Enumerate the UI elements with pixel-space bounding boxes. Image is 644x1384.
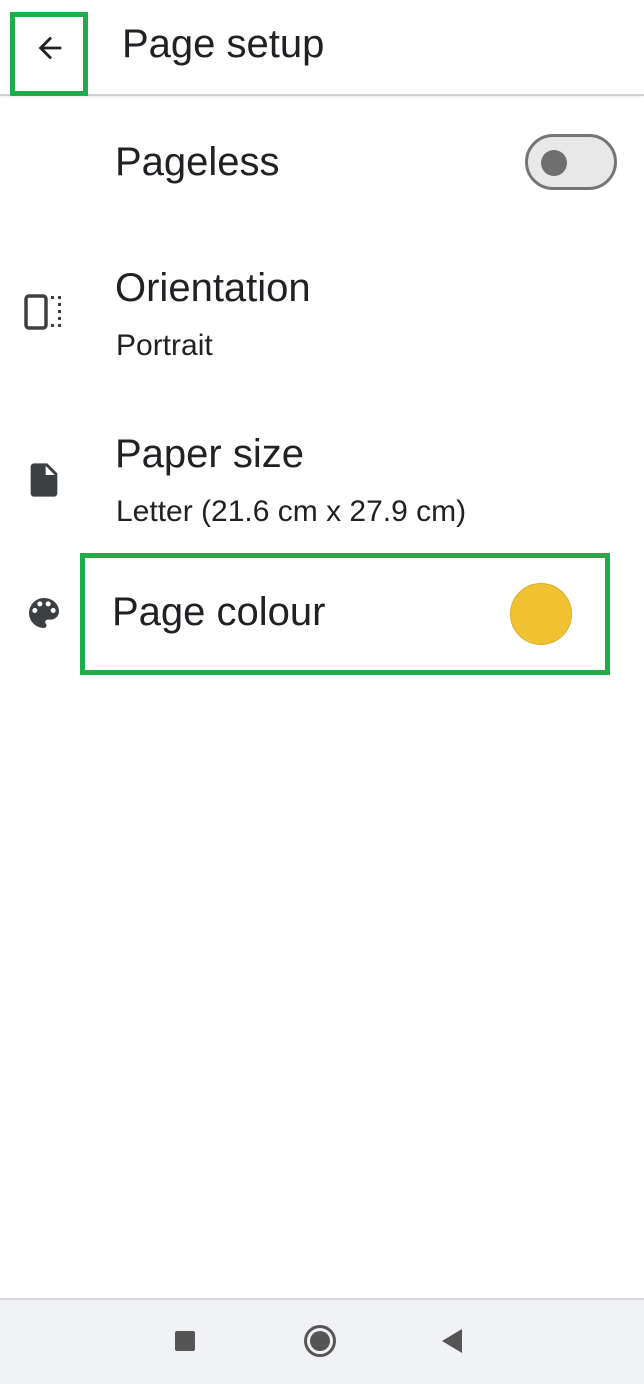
- page-title: Page setup: [122, 22, 325, 66]
- app-bar: Page setup: [0, 0, 644, 96]
- pageless-toggle[interactable]: [525, 134, 617, 190]
- square-icon: [174, 1330, 196, 1357]
- recents-button[interactable]: [164, 1322, 206, 1364]
- paper-size-label: Paper size: [115, 432, 304, 476]
- arrow-back-icon: [33, 31, 67, 70]
- back-nav-button[interactable]: [431, 1322, 473, 1364]
- home-button[interactable]: [299, 1322, 341, 1364]
- orientation-label: Orientation: [115, 266, 311, 310]
- screen: Page setup Pageless Orientation Portrait…: [0, 0, 644, 1384]
- orientation-row[interactable]: Orientation Portrait: [0, 234, 644, 394]
- back-button[interactable]: [10, 12, 88, 96]
- palette-icon: [22, 591, 66, 635]
- orientation-icon: [22, 292, 66, 336]
- system-nav-bar: [0, 1298, 644, 1384]
- circle-icon: [303, 1324, 337, 1363]
- toggle-knob: [541, 150, 567, 176]
- pageless-label: Pageless: [115, 140, 280, 184]
- page-colour-label: Page colour: [112, 590, 326, 634]
- triangle-back-icon: [440, 1328, 464, 1359]
- document-icon: [22, 458, 66, 502]
- orientation-value: Portrait: [116, 329, 213, 362]
- paper-size-value: Letter (21.6 cm x 27.9 cm): [116, 495, 467, 528]
- paper-size-row[interactable]: Paper size Letter (21.6 cm x 27.9 cm): [0, 400, 644, 550]
- page-colour-swatch[interactable]: [510, 583, 572, 645]
